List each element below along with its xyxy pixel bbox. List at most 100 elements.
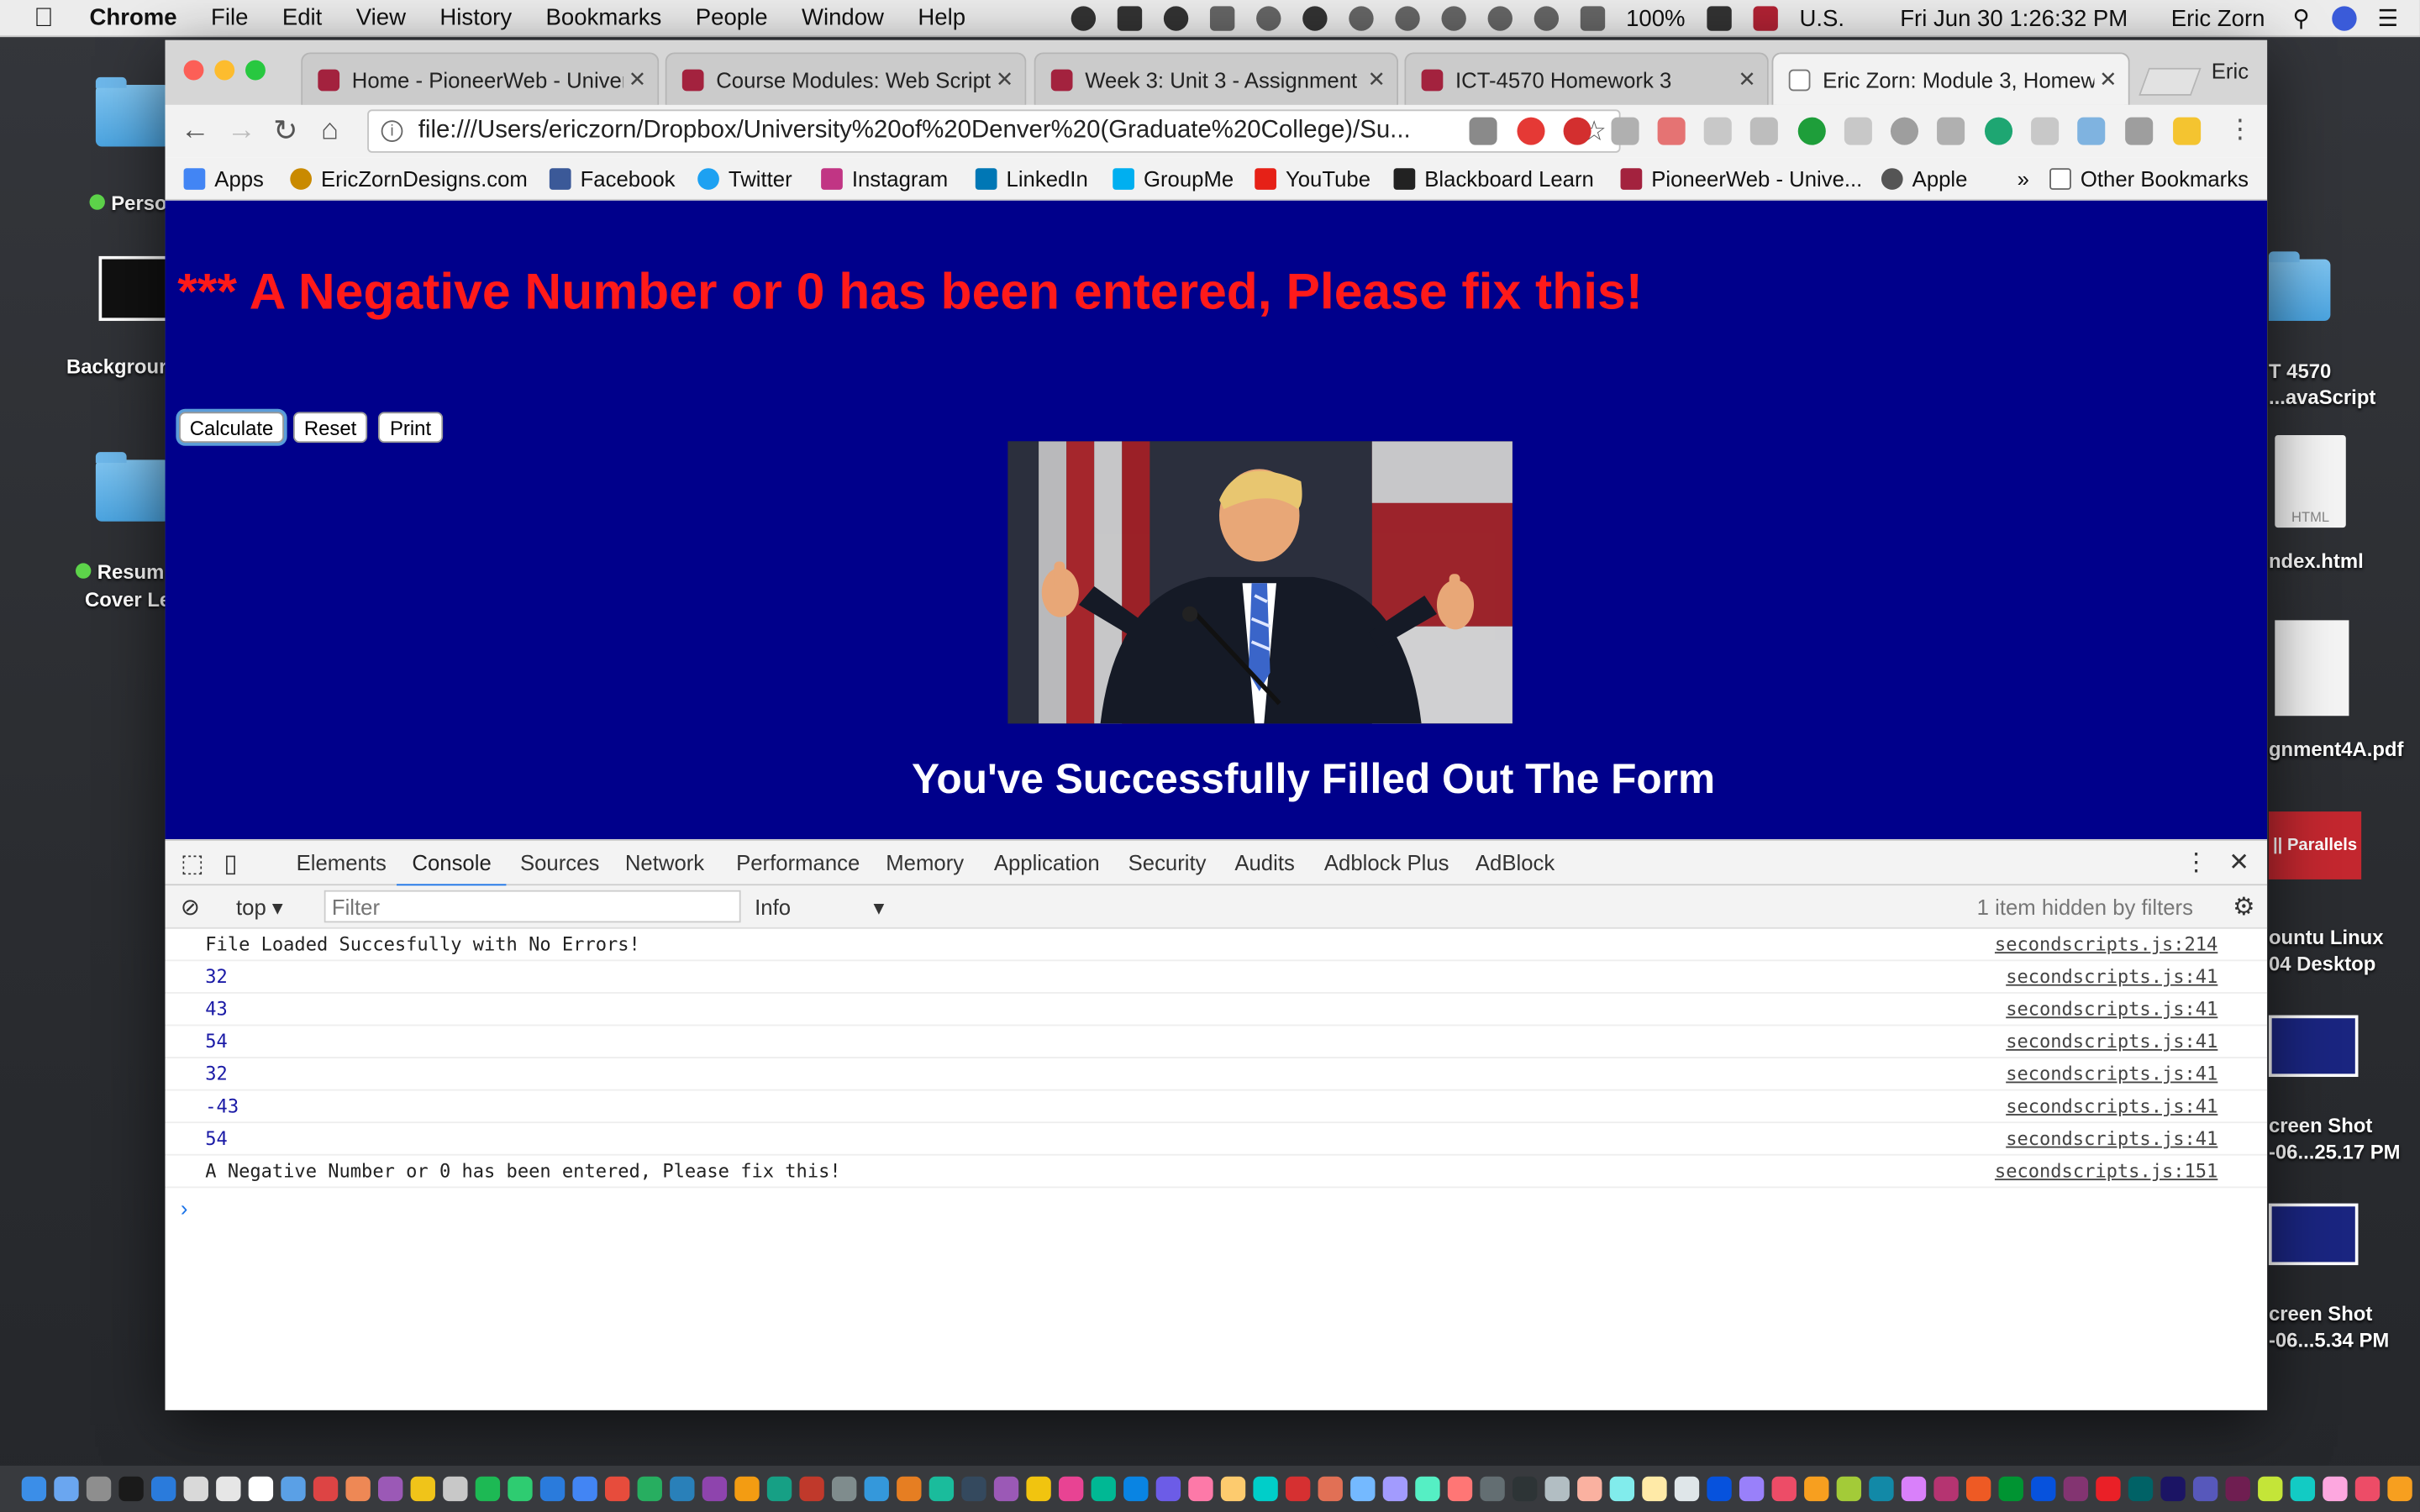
dock-app-icon[interactable] (508, 1476, 533, 1502)
menu-edit[interactable]: Edit (282, 5, 322, 31)
tab-close-icon[interactable]: ✕ (623, 66, 651, 92)
extension-icon[interactable] (2077, 117, 2106, 145)
dock-app-icon[interactable] (1026, 1476, 1051, 1502)
dock-app-icon[interactable] (1123, 1476, 1149, 1502)
dock-app-icon[interactable] (1804, 1476, 1829, 1502)
dock-app-icon[interactable] (766, 1476, 792, 1502)
console-source-link[interactable]: secondscripts.js:214 (1995, 933, 2217, 955)
bookmark-ericzorndesigns[interactable]: EricZornDesigns.com (290, 166, 528, 192)
skype-extension-icon[interactable] (1703, 117, 1732, 145)
dock-app-icon[interactable] (1415, 1476, 1440, 1502)
tab-close-icon[interactable]: ✕ (1733, 66, 1761, 92)
dock-app-icon[interactable] (1382, 1476, 1408, 1502)
tab-week3-assignment[interactable]: Week 3: Unit 3 - Assignment ✕ (1034, 52, 1399, 105)
dock-app-icon[interactable] (993, 1476, 1019, 1502)
html-file-icon[interactable]: HTML (2275, 434, 2346, 528)
url-text[interactable]: file:///Users/ericzorn/Dropbox/Universit… (418, 118, 1411, 145)
tab-close-icon[interactable]: ✕ (1363, 66, 1391, 92)
desktop-background-thumbnail[interactable] (98, 255, 171, 322)
dock-app-icon[interactable] (2323, 1476, 2348, 1502)
devtools-tab-sources[interactable]: Sources (520, 850, 599, 874)
cast-icon[interactable] (2125, 117, 2154, 145)
cloud-icon[interactable] (1163, 6, 1188, 31)
dock-app-icon[interactable] (604, 1476, 630, 1502)
console-source-link[interactable]: secondscripts.js:41 (2006, 1063, 2217, 1084)
back-arrow-icon[interactable]: ← (181, 114, 210, 148)
dock-app-icon[interactable] (410, 1476, 435, 1502)
minimize-window-button[interactable] (214, 60, 235, 81)
desktop-folder-ict4570[interactable] (2268, 251, 2331, 322)
dock-app-icon[interactable] (1058, 1476, 1084, 1502)
console-filter-input[interactable] (324, 890, 741, 923)
time-machine-icon[interactable] (1394, 6, 1419, 31)
dock-app-icon[interactable] (1577, 1476, 1602, 1502)
bookmark-linkedin[interactable]: LinkedIn (975, 166, 1088, 192)
devtools-tab-application[interactable]: Application (994, 850, 1100, 874)
clear-console-icon[interactable]: ⊘ (181, 893, 200, 921)
dock-app-icon[interactable] (929, 1476, 955, 1502)
dock-app-icon[interactable] (2225, 1476, 2250, 1502)
tab-ict4570-homework[interactable]: ICT-4570 Homework 3 ✕ (1404, 52, 1769, 105)
profile-button[interactable]: Eric (2212, 59, 2249, 83)
bookmark-apps[interactable]: Apps (183, 166, 264, 192)
tab-eric-zorn-module3[interactable]: Eric Zorn: Module 3, Homewo ✕ (1771, 52, 2130, 105)
dock-app-icon[interactable] (248, 1476, 274, 1502)
reset-button[interactable]: Reset (292, 412, 368, 444)
dock-app-icon[interactable] (1869, 1476, 1894, 1502)
menu-window[interactable]: Window (802, 5, 884, 31)
console-prompt[interactable]: › (181, 1195, 188, 1220)
dock-app-icon[interactable] (1933, 1476, 1959, 1502)
clock[interactable]: Fri Jun 30 1:26:32 PM (1900, 5, 2128, 31)
desktop-folder-personal[interactable] (95, 76, 171, 147)
bookmarks-overflow-chevron[interactable]: » (2018, 166, 2029, 191)
menu-app-name[interactable]: Chrome (90, 5, 177, 31)
dock-app-icon[interactable] (1965, 1476, 1991, 1502)
other-bookmarks[interactable]: Other Bookmarks (2049, 166, 2249, 192)
apple-menu-icon[interactable]:  (34, 3, 65, 34)
notification-center-icon[interactable]: ☰ (2378, 5, 2399, 32)
bookmark-youtube[interactable]: YouTube (1255, 166, 1370, 192)
dock-app-icon[interactable] (2160, 1476, 2186, 1502)
devtools-menu-kebab-icon[interactable]: ⋮ (2184, 847, 2208, 878)
dock-app-icon[interactable] (2290, 1476, 2316, 1502)
dock-app-icon[interactable] (86, 1476, 112, 1502)
dock-app-icon[interactable] (1350, 1476, 1376, 1502)
extension-icon[interactable] (2031, 117, 2060, 145)
dock-app-icon[interactable] (2063, 1476, 2089, 1502)
dock-app-icon[interactable] (1771, 1476, 1797, 1502)
home-icon[interactable]: ⌂ (321, 114, 339, 148)
dock-app-icon[interactable] (734, 1476, 760, 1502)
dock-app-icon[interactable] (1674, 1476, 1700, 1502)
devtools-tab-audits[interactable]: Audits (1234, 850, 1294, 874)
log-level-select[interactable]: Info ▾ (755, 895, 884, 919)
devtools-close-icon[interactable]: ✕ (2228, 847, 2249, 878)
flame-icon[interactable] (1255, 6, 1281, 31)
dock-app-icon[interactable] (1998, 1476, 2023, 1502)
dock-app-icon[interactable] (54, 1476, 79, 1502)
bookmark-blackboard[interactable]: Blackboard Learn (1393, 166, 1594, 192)
airplay-icon[interactable] (1579, 6, 1605, 31)
dock-app-icon[interactable] (21, 1476, 47, 1502)
forward-arrow-icon[interactable]: → (227, 114, 256, 148)
devtools-tab-performance[interactable]: Performance (736, 850, 860, 874)
dock-app-icon[interactable] (670, 1476, 695, 1502)
menu-people[interactable]: People (696, 5, 768, 31)
dock-app-icon[interactable] (183, 1476, 208, 1502)
drive-extension-icon[interactable] (1844, 117, 1872, 145)
extension-icon[interactable] (1657, 117, 1686, 145)
context-selector[interactable]: top ▾ (236, 895, 283, 921)
dock-app-icon[interactable] (443, 1476, 468, 1502)
dock-app-icon[interactable] (1220, 1476, 1246, 1502)
dock-app-icon[interactable] (2031, 1476, 2056, 1502)
devtools-tab-security[interactable]: Security (1128, 850, 1207, 874)
screenshot-thumbnail-2[interactable] (2268, 1203, 2359, 1266)
dock-app-icon[interactable] (1512, 1476, 1538, 1502)
dock-app-icon[interactable] (313, 1476, 339, 1502)
dock-app-icon[interactable] (1285, 1476, 1311, 1502)
console-source-link[interactable]: secondscripts.js:41 (2006, 1031, 2217, 1053)
dock-app-icon[interactable] (2128, 1476, 2154, 1502)
dock-app-icon[interactable] (1707, 1476, 1732, 1502)
creative-cloud-icon[interactable] (1070, 6, 1096, 31)
bookmark-groupme[interactable]: GroupMe (1113, 166, 1234, 192)
opera-extension-icon[interactable] (1517, 117, 1545, 145)
